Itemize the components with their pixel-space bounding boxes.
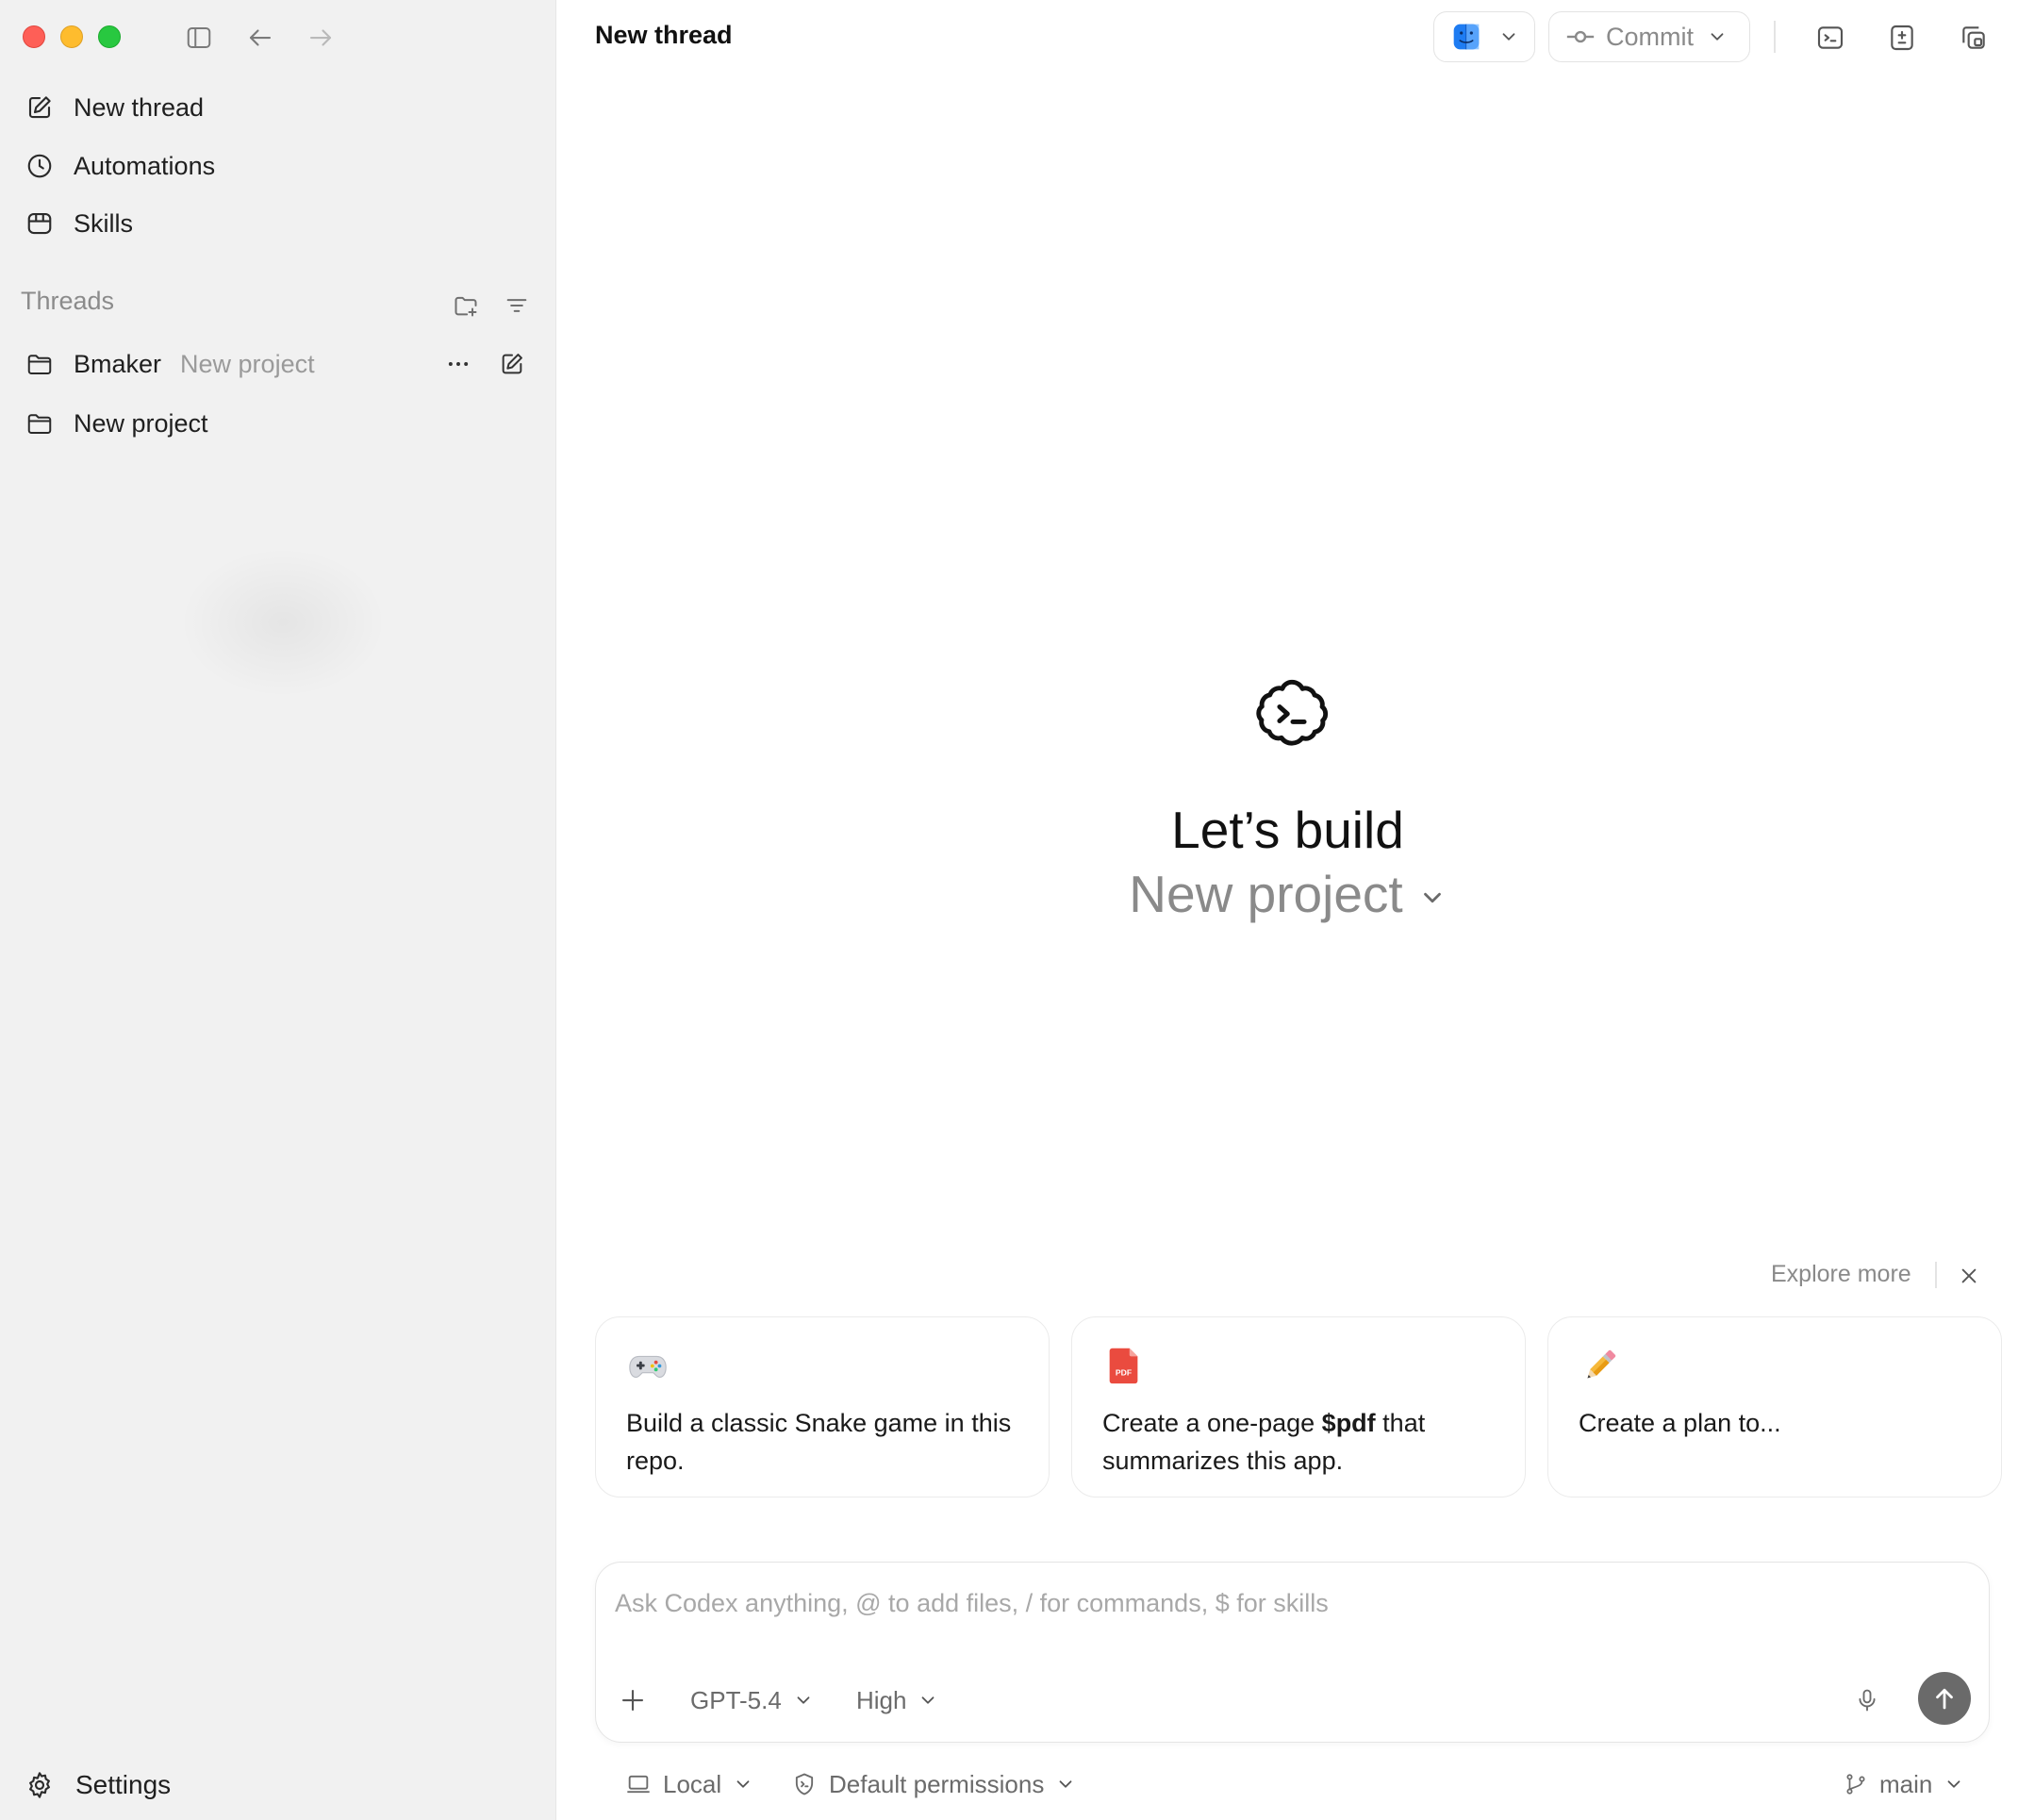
close-icon[interactable] (1953, 1260, 1985, 1292)
suggestion-text-before: Create a one-page (1102, 1409, 1322, 1437)
laptop-icon (625, 1771, 652, 1797)
new-thread-in-project-icon[interactable] (495, 347, 529, 381)
finder-icon (1451, 22, 1481, 52)
header-divider (1774, 21, 1776, 53)
suggestion-card-pdf[interactable]: PDF Create a one-page $pdf that summariz… (1071, 1316, 1526, 1497)
svg-text:PDF: PDF (1116, 1368, 1132, 1378)
suggestion-card-snake[interactable]: Build a classic Snake game in this repo. (595, 1316, 1050, 1497)
suggestion-text: Build a classic Snake game in this repo. (626, 1409, 1012, 1475)
nav-automations[interactable]: Automations (15, 141, 539, 190)
folder-icon (21, 405, 58, 442)
back-arrow-icon[interactable] (243, 21, 277, 55)
chevron-down-icon (1055, 1774, 1076, 1795)
plus-icon (619, 1686, 647, 1714)
commit-dropdown[interactable]: Commit (1548, 11, 1750, 62)
project-name: Bmaker (74, 349, 162, 378)
voice-input-button[interactable] (1854, 1679, 1880, 1721)
project-selector-label: New project (1129, 865, 1403, 923)
nav-skills[interactable]: Skills (15, 199, 539, 248)
commit-icon (1564, 21, 1596, 53)
reasoning-selector[interactable]: High (856, 1679, 938, 1721)
reasoning-label: High (856, 1685, 907, 1714)
suggestion-card-plan[interactable]: Create a plan to... (1547, 1316, 2002, 1497)
clock-icon (21, 147, 58, 185)
environment-label: Local (663, 1769, 722, 1798)
project-subtitle: New project (180, 349, 315, 378)
popout-window-icon[interactable] (1955, 19, 1993, 57)
skills-icon (21, 205, 58, 242)
nav-label: New thread (74, 92, 205, 122)
git-branch-icon (1844, 1772, 1868, 1796)
zoom-window-button[interactable] (98, 25, 121, 48)
terminal-icon[interactable] (1811, 19, 1849, 57)
gear-icon (21, 1766, 58, 1804)
pencil-icon (1579, 1344, 1622, 1387)
chevron-down-icon (918, 1690, 938, 1711)
nav-label: Automations (74, 151, 216, 180)
more-options-icon[interactable] (441, 347, 475, 381)
permissions-label: Default permissions (829, 1769, 1045, 1798)
model-label: GPT-5.4 (690, 1685, 782, 1714)
commit-label: Commit (1606, 22, 1694, 51)
suggestion-text: Create a plan to... (1579, 1409, 1781, 1437)
arrow-up-icon (1930, 1684, 1959, 1712)
project-selector[interactable]: New project (557, 864, 2018, 924)
model-selector[interactable]: GPT-5.4 (690, 1679, 814, 1721)
gamepad-icon (626, 1344, 670, 1387)
microphone-icon (1854, 1687, 1880, 1713)
chevron-down-icon (793, 1690, 814, 1711)
prompt-input[interactable] (615, 1580, 1746, 1627)
shield-icon (791, 1771, 818, 1797)
settings-button[interactable]: Settings (17, 1761, 171, 1810)
main-panel: New thread Commit Let’s build New projec… (557, 0, 2018, 1820)
threads-section-label: Threads (21, 287, 115, 315)
explore-divider (1935, 1262, 1937, 1288)
hero-title: Let’s build (1171, 801, 1404, 859)
folder-icon (21, 345, 58, 383)
diff-icon[interactable] (1883, 19, 1921, 57)
chevron-down-icon (1418, 884, 1447, 912)
close-window-button[interactable] (23, 25, 45, 48)
add-attachment-button[interactable] (619, 1679, 647, 1721)
nav-new-thread[interactable]: New thread (15, 83, 539, 132)
minimize-window-button[interactable] (60, 25, 83, 48)
project-name: New project (74, 408, 208, 438)
explore-more-link[interactable]: Explore more (1771, 1261, 1911, 1288)
sidebar-toggle-icon[interactable] (182, 21, 216, 55)
send-button[interactable] (1918, 1672, 1971, 1725)
composer: GPT-5.4 High (595, 1562, 1990, 1743)
open-in-app-dropdown[interactable] (1433, 11, 1535, 62)
background-blur (179, 547, 387, 698)
chevron-down-icon (1498, 26, 1519, 47)
forward-arrow-icon[interactable] (304, 21, 338, 55)
nav-label: Skills (74, 208, 134, 238)
branch-label: main (1879, 1769, 1933, 1798)
environment-selector[interactable]: Local (625, 1763, 753, 1805)
thread-title: New thread (595, 21, 733, 49)
sidebar: New thread Automations Skills Threads Bm… (0, 0, 556, 1820)
chevron-down-icon (1944, 1774, 1964, 1795)
pdf-icon: PDF (1102, 1344, 1146, 1387)
suggestion-text: Create a one-page $pdf that summarizes t… (1102, 1404, 1508, 1480)
suggestion-text-skill: $pdf (1321, 1409, 1376, 1437)
project-row-new-project[interactable]: New project (15, 397, 539, 450)
new-folder-icon[interactable] (449, 289, 483, 323)
branch-selector[interactable]: main (1844, 1763, 1964, 1805)
compose-icon (21, 89, 58, 126)
permissions-selector[interactable]: Default permissions (791, 1763, 1076, 1805)
settings-label: Settings (75, 1770, 172, 1799)
chevron-down-icon (733, 1774, 753, 1795)
filter-icon[interactable] (500, 289, 534, 323)
codex-logo-icon (1249, 671, 1334, 756)
chevron-down-icon (1707, 26, 1728, 47)
